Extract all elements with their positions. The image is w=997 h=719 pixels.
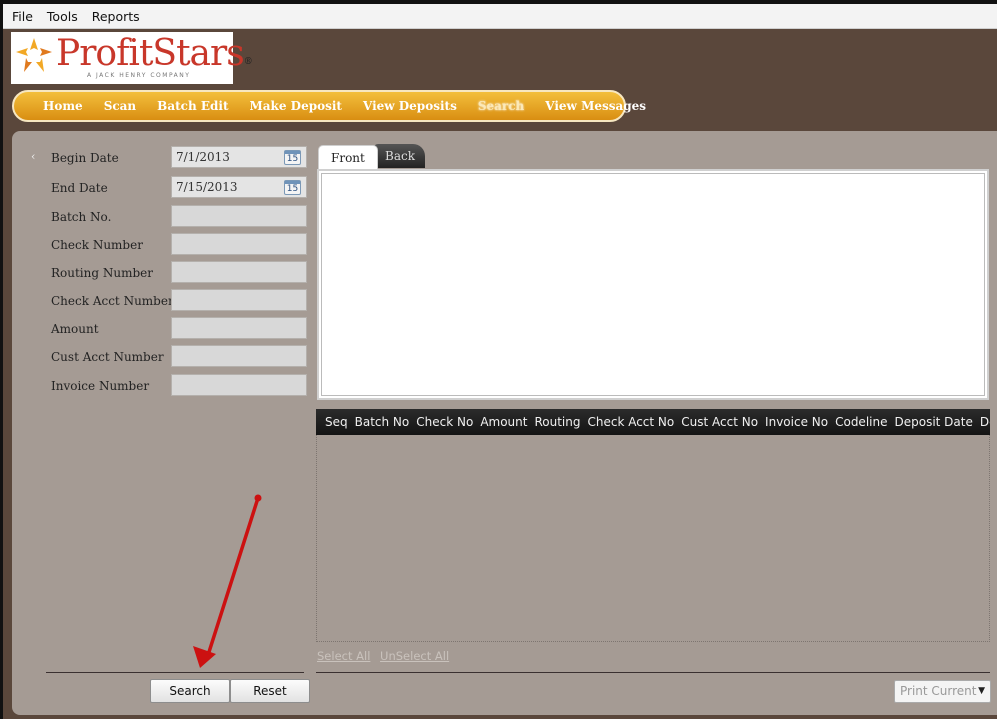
amount-label: Amount [51,322,99,336]
reset-button[interactable]: Reset [230,679,310,703]
nav-make-deposit[interactable]: Make Deposit [249,99,341,113]
chevron-down-icon: ▼ [978,686,985,696]
nav-batch-edit[interactable]: Batch Edit [157,99,228,113]
profitstars-logo: ProfitStars® A JACK HENRY COMPANY [11,32,253,84]
invoice-number-label: Invoice Number [51,379,150,393]
cust-acct-number-label: Cust Acct Number [51,350,164,364]
begin-date-input[interactable]: 7/1/2013 15 [171,146,307,168]
unselect-all-link[interactable]: UnSelect All [380,649,449,663]
nav-search[interactable]: Search [478,99,524,113]
column-header-invoice-no[interactable]: Invoice No [765,415,828,429]
column-header-cust-acct-no[interactable]: Cust Acct No [681,415,758,429]
amount-input[interactable] [171,317,307,339]
begin-date-value: 7/1/2013 [176,150,230,164]
check-image-preview [317,169,989,400]
end-date-value: 7/15/2013 [176,180,238,194]
main-nav: Home Scan Batch Edit Make Deposit View D… [12,90,646,122]
routing-number-input[interactable] [171,261,307,283]
end-date-input[interactable]: 7/15/2013 15 [171,176,307,198]
menu-file[interactable]: File [12,9,33,24]
print-select-value: Print Current [900,684,977,698]
calendar-icon[interactable]: 15 [284,180,301,195]
column-header-deposit-date[interactable]: Deposit Date [894,415,972,429]
begin-date-label: Begin Date [51,151,119,165]
column-header-routing[interactable]: Routing [534,415,580,429]
column-header-check-acct-no[interactable]: Check Acct No [587,415,674,429]
batch-no-input[interactable] [171,205,307,227]
invoice-number-input[interactable] [171,374,307,396]
column-header-batch-no[interactable]: Batch No [355,415,410,429]
form-divider [46,672,304,673]
search-button[interactable]: Search [150,679,230,703]
check-number-label: Check Number [51,238,143,252]
routing-number-label: Routing Number [51,266,153,280]
end-date-label: End Date [51,181,108,195]
results-grid-body[interactable] [316,435,990,642]
check-number-input[interactable] [171,233,307,255]
nav-home[interactable]: Home [43,99,83,113]
collapse-arrow-icon[interactable]: ‹ [31,150,35,163]
cust-acct-number-input[interactable] [171,345,307,367]
nav-scan[interactable]: Scan [104,99,136,113]
column-header-check-no[interactable]: Check No [416,415,473,429]
logo-tagline: A JACK HENRY COMPANY [87,72,191,79]
preview-inner-frame [321,173,985,396]
column-header-seq[interactable]: Seq [325,415,348,429]
nav-view-messages[interactable]: View Messages [545,99,646,113]
calendar-icon[interactable]: 15 [284,150,301,165]
column-header-amount[interactable]: Amount [480,415,527,429]
check-acct-number-input[interactable] [171,289,307,311]
logo-wordmark: ProfitStars® [56,33,253,74]
menu-tools[interactable]: Tools [47,9,78,24]
menu-bar: File Tools Reports [3,4,997,29]
grid-divider [316,672,990,673]
print-current-select[interactable]: Print Current ▼ [894,680,991,703]
batch-no-label: Batch No. [51,210,112,224]
results-grid-header: Seq Batch No Check No Amount Routing Che… [316,409,990,435]
selection-links: Select All UnSelect All [317,649,455,663]
nav-view-deposits[interactable]: View Deposits [363,99,457,113]
logo-star-icon [16,38,52,72]
column-header-codeline[interactable]: Codeline [835,415,887,429]
menu-reports[interactable]: Reports [92,9,140,24]
column-header-de[interactable]: De [980,415,990,429]
tab-back[interactable]: Back [373,144,425,168]
tab-front[interactable]: Front [318,145,378,170]
check-acct-number-label: Check Acct Number [51,294,174,308]
select-all-link[interactable]: Select All [317,649,370,663]
